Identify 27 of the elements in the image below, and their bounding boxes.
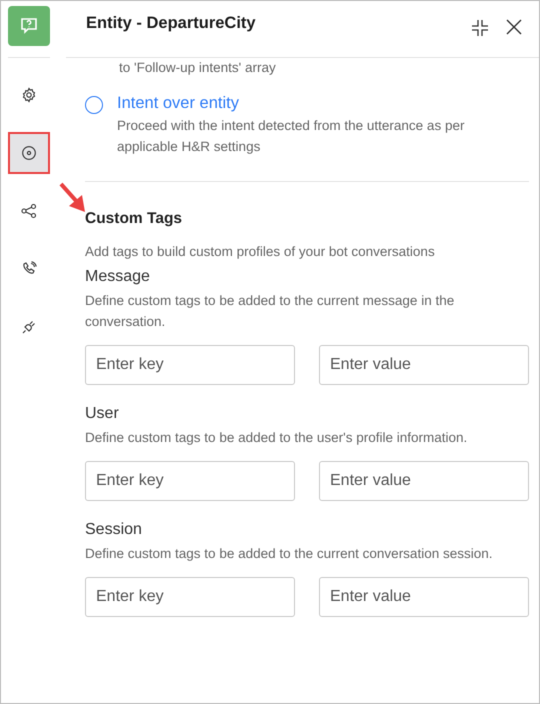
group-title: User (85, 405, 120, 423)
key-field[interactable]: Enter key (85, 577, 295, 617)
option-description: Proceed with the intent detected from the utterance as per applicable H&R settings (117, 117, 466, 156)
group-description: Define custom tags to be added to the user's profile information. (85, 429, 468, 447)
radio-button[interactable] (85, 96, 103, 114)
window-title: Entity - DepartureCity (86, 14, 257, 33)
sidebar-item[interactable] (8, 132, 50, 174)
value-field[interactable]: Enter value (319, 345, 529, 385)
target-icon (20, 145, 36, 161)
group-title: Session (85, 521, 143, 539)
share-icon (20, 203, 36, 219)
option-description: to 'Follow-up intents' array (119, 60, 277, 76)
section-title: Custom Tags (85, 210, 184, 228)
minimize-icon[interactable] (471, 19, 489, 37)
key-field[interactable]: Enter key (85, 345, 295, 385)
section-description: Add tags to build custom profiles of your bot conversations (85, 244, 436, 259)
value-field[interactable]: Enter value (319, 461, 529, 501)
group-description: Define custom tags to be added to the current conversation session. (85, 545, 494, 563)
key-field[interactable]: Enter key (85, 461, 295, 501)
group-description: Define custom tags to be added to the current message in the conversation. (85, 292, 456, 331)
gear-icon (20, 87, 36, 103)
plug-icon (20, 319, 36, 335)
help-chat-icon (20, 17, 38, 35)
option-label[interactable]: Intent over entity (117, 94, 477, 113)
close-icon[interactable] (506, 19, 522, 35)
value-field[interactable]: Enter value (319, 577, 529, 617)
group-title: Message (85, 268, 151, 286)
